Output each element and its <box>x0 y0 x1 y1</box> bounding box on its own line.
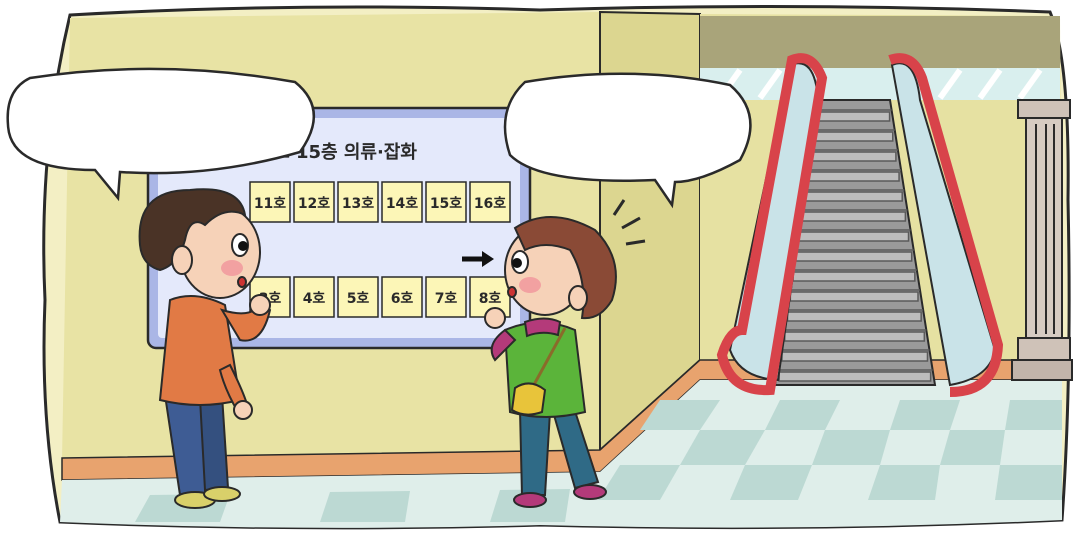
escalator-step-face <box>789 291 919 302</box>
escalator-step-face <box>795 251 913 262</box>
escalator-step-face <box>792 271 916 282</box>
top-room-label: 16호 <box>474 196 506 212</box>
bottom-room-label: 5호 <box>347 291 370 307</box>
bottom-room-label: 4호 <box>303 291 326 307</box>
ceiling-band <box>700 16 1060 72</box>
bottom-room-label: 8호 <box>479 291 502 307</box>
escalator-step-face <box>809 151 897 162</box>
escalator-step-face <box>803 191 903 202</box>
top-room-label: 13호 <box>342 196 374 212</box>
escalator-step-face <box>812 131 894 142</box>
top-room-label: 12호 <box>298 196 330 212</box>
escalator-step-face <box>806 171 900 182</box>
top-room-label: 14호 <box>386 196 418 212</box>
escalator-step-face <box>798 231 910 242</box>
escalator-step-face <box>800 211 907 222</box>
illustration-scene: 안내도 15층 의류·잡화 11호 12호 13호 14호 15호 16호 3호 4호 5호 6… <box>6 4 1073 530</box>
escalator-step-face <box>814 111 891 122</box>
glass-band <box>700 68 1060 100</box>
escalator-step-face <box>781 351 929 362</box>
escalator-step-face <box>786 311 922 322</box>
top-room-label: 11호 <box>254 196 286 212</box>
bottom-room-label: 7호 <box>435 291 458 307</box>
escalator-step-face <box>783 331 926 342</box>
top-room-label: 15호 <box>430 196 462 212</box>
escalator-step-face <box>778 371 932 382</box>
bottom-room-label: 6호 <box>391 291 414 307</box>
